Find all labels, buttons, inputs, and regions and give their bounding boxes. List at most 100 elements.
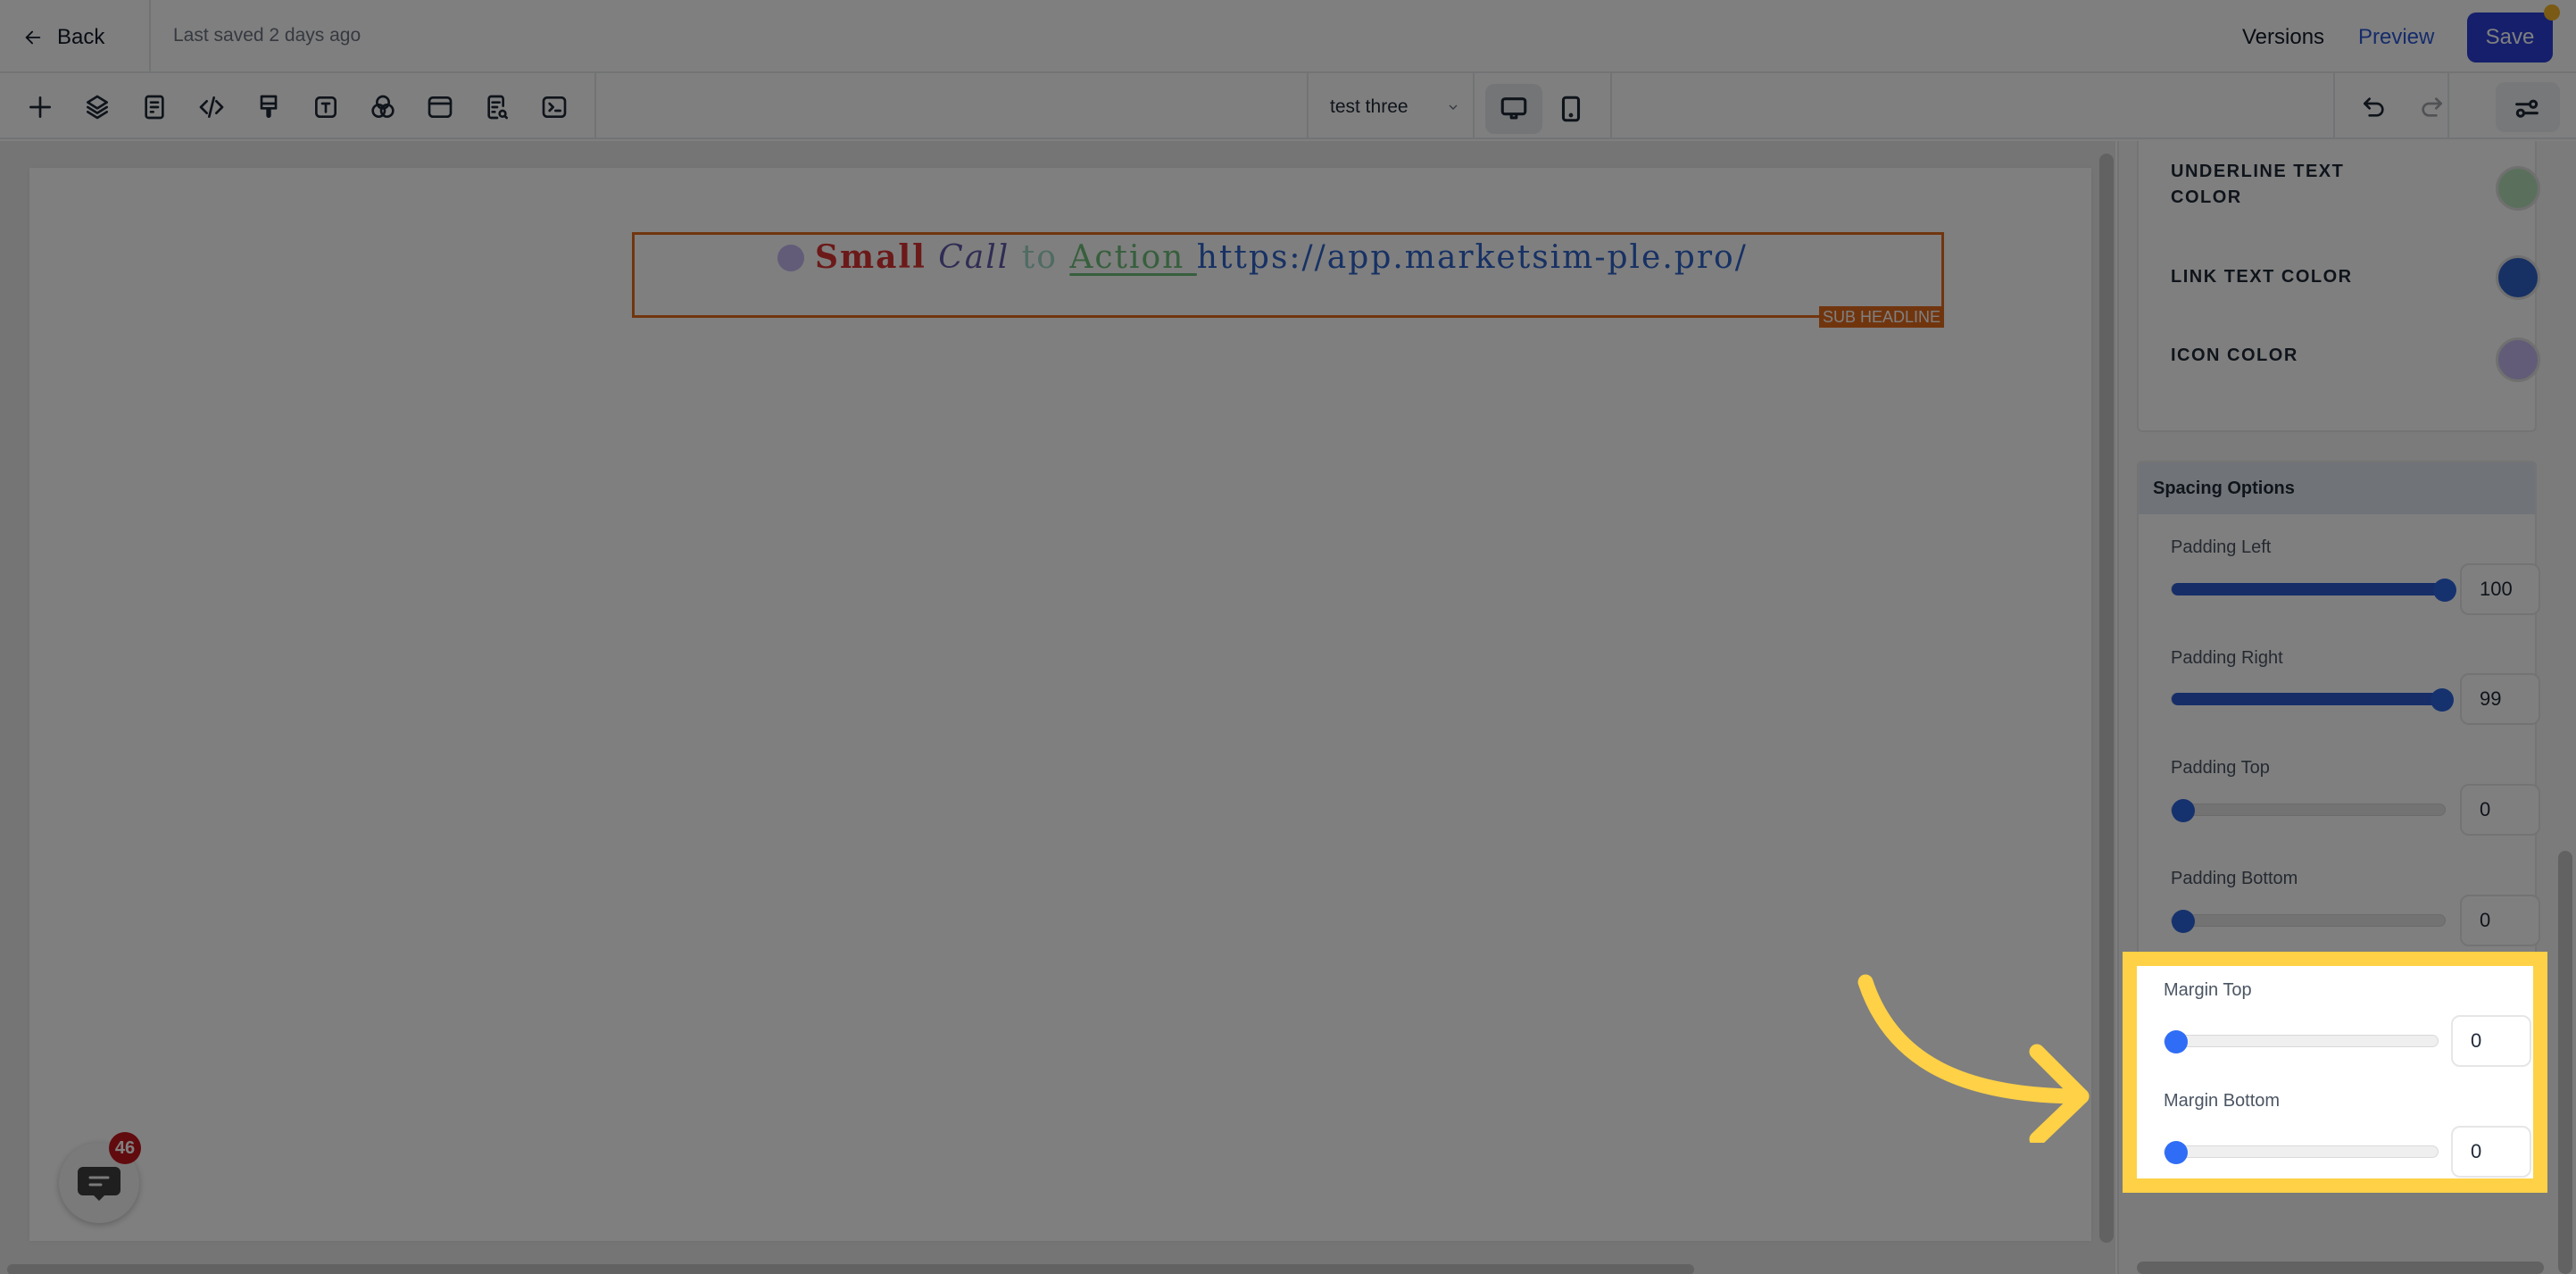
undo-button[interactable]	[2356, 89, 2392, 125]
mobile-view-button[interactable]	[1542, 84, 1600, 134]
toolbar-divider	[2447, 73, 2449, 139]
colors-button[interactable]	[365, 89, 401, 125]
spacing-options-title: Spacing Options	[2153, 479, 2295, 498]
text-colors-card: UNDERLINE TEXT COLOR LINK TEXT COLOR ICO…	[2137, 141, 2540, 432]
layers-icon	[87, 95, 108, 120]
margin-top-input[interactable]	[2451, 1015, 2531, 1067]
headline-underline-text: Action	[1069, 239, 1197, 276]
layers-button[interactable]	[79, 89, 115, 125]
padding-left-slider[interactable]	[2171, 579, 2456, 602]
color-row-icon: ICON COLOR	[2171, 337, 2540, 382]
save-button[interactable]: Save	[2467, 12, 2553, 62]
headline-link[interactable]: https://app.marketsim-ple.pro/	[1197, 239, 1748, 276]
page-canvas[interactable]	[29, 168, 2091, 1241]
plus-icon	[29, 96, 51, 118]
slider-thumb[interactable]	[2430, 688, 2454, 712]
add-element-button[interactable]	[22, 89, 58, 125]
margin-bottom-slider[interactable]	[2164, 1141, 2439, 1164]
editor-toolbar: test three	[0, 73, 2576, 139]
redo-button[interactable]	[2414, 89, 2449, 125]
slider-thumb[interactable]	[2433, 579, 2456, 602]
monitor-icon	[1500, 97, 1527, 120]
toolbar-divider	[2333, 73, 2335, 139]
padding-bottom-input[interactable]	[2460, 895, 2540, 946]
link-color-swatch[interactable]	[2496, 255, 2540, 300]
back-label: Back	[57, 25, 105, 49]
icon-color-swatch[interactable]	[2496, 337, 2540, 382]
custom-js-button[interactable]	[536, 89, 572, 125]
spacing-options-card: Padding Left Padding Right Padding Top P…	[2137, 514, 2540, 1014]
padding-left-input[interactable]	[2460, 563, 2540, 615]
color-label: LINK TEXT COLOR	[2171, 267, 2353, 287]
page-select-value: test three	[1330, 96, 1408, 117]
document-icon	[145, 95, 164, 120]
color-circles-icon	[371, 95, 395, 118]
padding-left-label: Padding Left	[2171, 537, 2272, 557]
slider-fill	[2172, 583, 2445, 595]
toolbar-divider	[1307, 73, 1309, 139]
padding-top-input[interactable]	[2460, 784, 2540, 836]
chat-notification-badge: 46	[109, 1132, 141, 1164]
pages-button[interactable]	[137, 89, 172, 125]
canvas-horizontal-scrollbar[interactable]	[7, 1264, 1694, 1274]
margin-top-slider[interactable]	[2164, 1030, 2439, 1053]
paint-brush-icon	[260, 95, 278, 118]
code-icon	[199, 96, 224, 118]
desktop-view-button[interactable]	[1485, 84, 1542, 134]
sub-headline-element[interactable]: Small Call to Action https://app.markets…	[632, 232, 1944, 328]
padding-right-slider[interactable]	[2171, 688, 2454, 712]
smartphone-icon	[1561, 96, 1581, 122]
underline-color-swatch[interactable]	[2496, 166, 2540, 211]
sub-headline-text[interactable]: Small Call to Action https://app.markets…	[777, 235, 1759, 280]
slider-thumb[interactable]	[2165, 1030, 2188, 1053]
styles-button[interactable]	[251, 89, 287, 125]
toolbar-divider	[1610, 73, 1612, 139]
arrow-left-icon	[25, 30, 41, 45]
page-select-dropdown[interactable]: test three	[1330, 93, 1460, 121]
annotation-arrow-icon	[1857, 974, 2090, 1143]
padding-top-slider[interactable]	[2171, 799, 2446, 822]
color-label: UNDERLINE TEXT COLOR	[2171, 162, 2345, 207]
slider-thumb[interactable]	[2172, 910, 2195, 933]
color-row-underline: UNDERLINE TEXT COLOR	[2171, 159, 2540, 211]
spacing-options-header[interactable]: Spacing Options	[2137, 461, 2537, 516]
toolbar-divider	[1473, 73, 1475, 139]
margin-bottom-label: Margin Bottom	[2164, 1091, 2281, 1111]
panel-horizontal-scrollbar[interactable]	[2137, 1262, 2544, 1274]
padding-bottom-slider[interactable]	[2171, 910, 2446, 933]
header-divider	[149, 0, 151, 73]
margin-controls-highlight: Margin Top Margin Bottom	[2123, 952, 2547, 1193]
headline-icon	[777, 245, 804, 271]
last-saved-status: Last saved 2 days ago	[173, 25, 361, 46]
top-header: Back Last saved 2 days ago Versions Prev…	[0, 0, 2576, 73]
code-button[interactable]	[194, 89, 229, 125]
preview-button[interactable]: Preview	[2358, 25, 2434, 50]
color-label: ICON COLOR	[2171, 346, 2298, 365]
back-button[interactable]: Back	[23, 20, 104, 55]
padding-bottom-label: Padding Bottom	[2171, 869, 2298, 888]
slider-thumb[interactable]	[2165, 1141, 2188, 1164]
layout-icon	[428, 96, 453, 118]
margin-bottom-input[interactable]	[2451, 1126, 2531, 1178]
seo-button[interactable]	[479, 89, 515, 125]
headline-italic-text: Call	[938, 239, 1010, 276]
padding-right-input[interactable]	[2460, 673, 2540, 725]
color-row-link: LINK TEXT COLOR	[2171, 255, 2540, 300]
element-type-tag: SUB HEADLINE	[1818, 306, 1944, 328]
chevron-down-icon	[1449, 104, 1458, 110]
toolbar-divider	[594, 73, 596, 139]
headline-bold-text: Small	[815, 238, 927, 276]
sections-button[interactable]	[422, 89, 458, 125]
text-icon	[315, 96, 337, 118]
padding-right-label: Padding Right	[2171, 648, 2283, 668]
versions-button[interactable]: Versions	[2242, 25, 2324, 50]
text-button[interactable]	[308, 89, 344, 125]
terminal-icon	[542, 96, 567, 118]
headline-colored-text: to	[1021, 239, 1058, 276]
slider-thumb[interactable]	[2172, 799, 2195, 822]
margin-top-label: Margin Top	[2164, 980, 2252, 1000]
panel-vertical-scrollbar[interactable]	[2558, 851, 2572, 1274]
unsaved-indicator-dot	[2544, 4, 2560, 21]
undo-icon	[2364, 97, 2384, 117]
settings-panel-toggle[interactable]	[2496, 82, 2560, 132]
